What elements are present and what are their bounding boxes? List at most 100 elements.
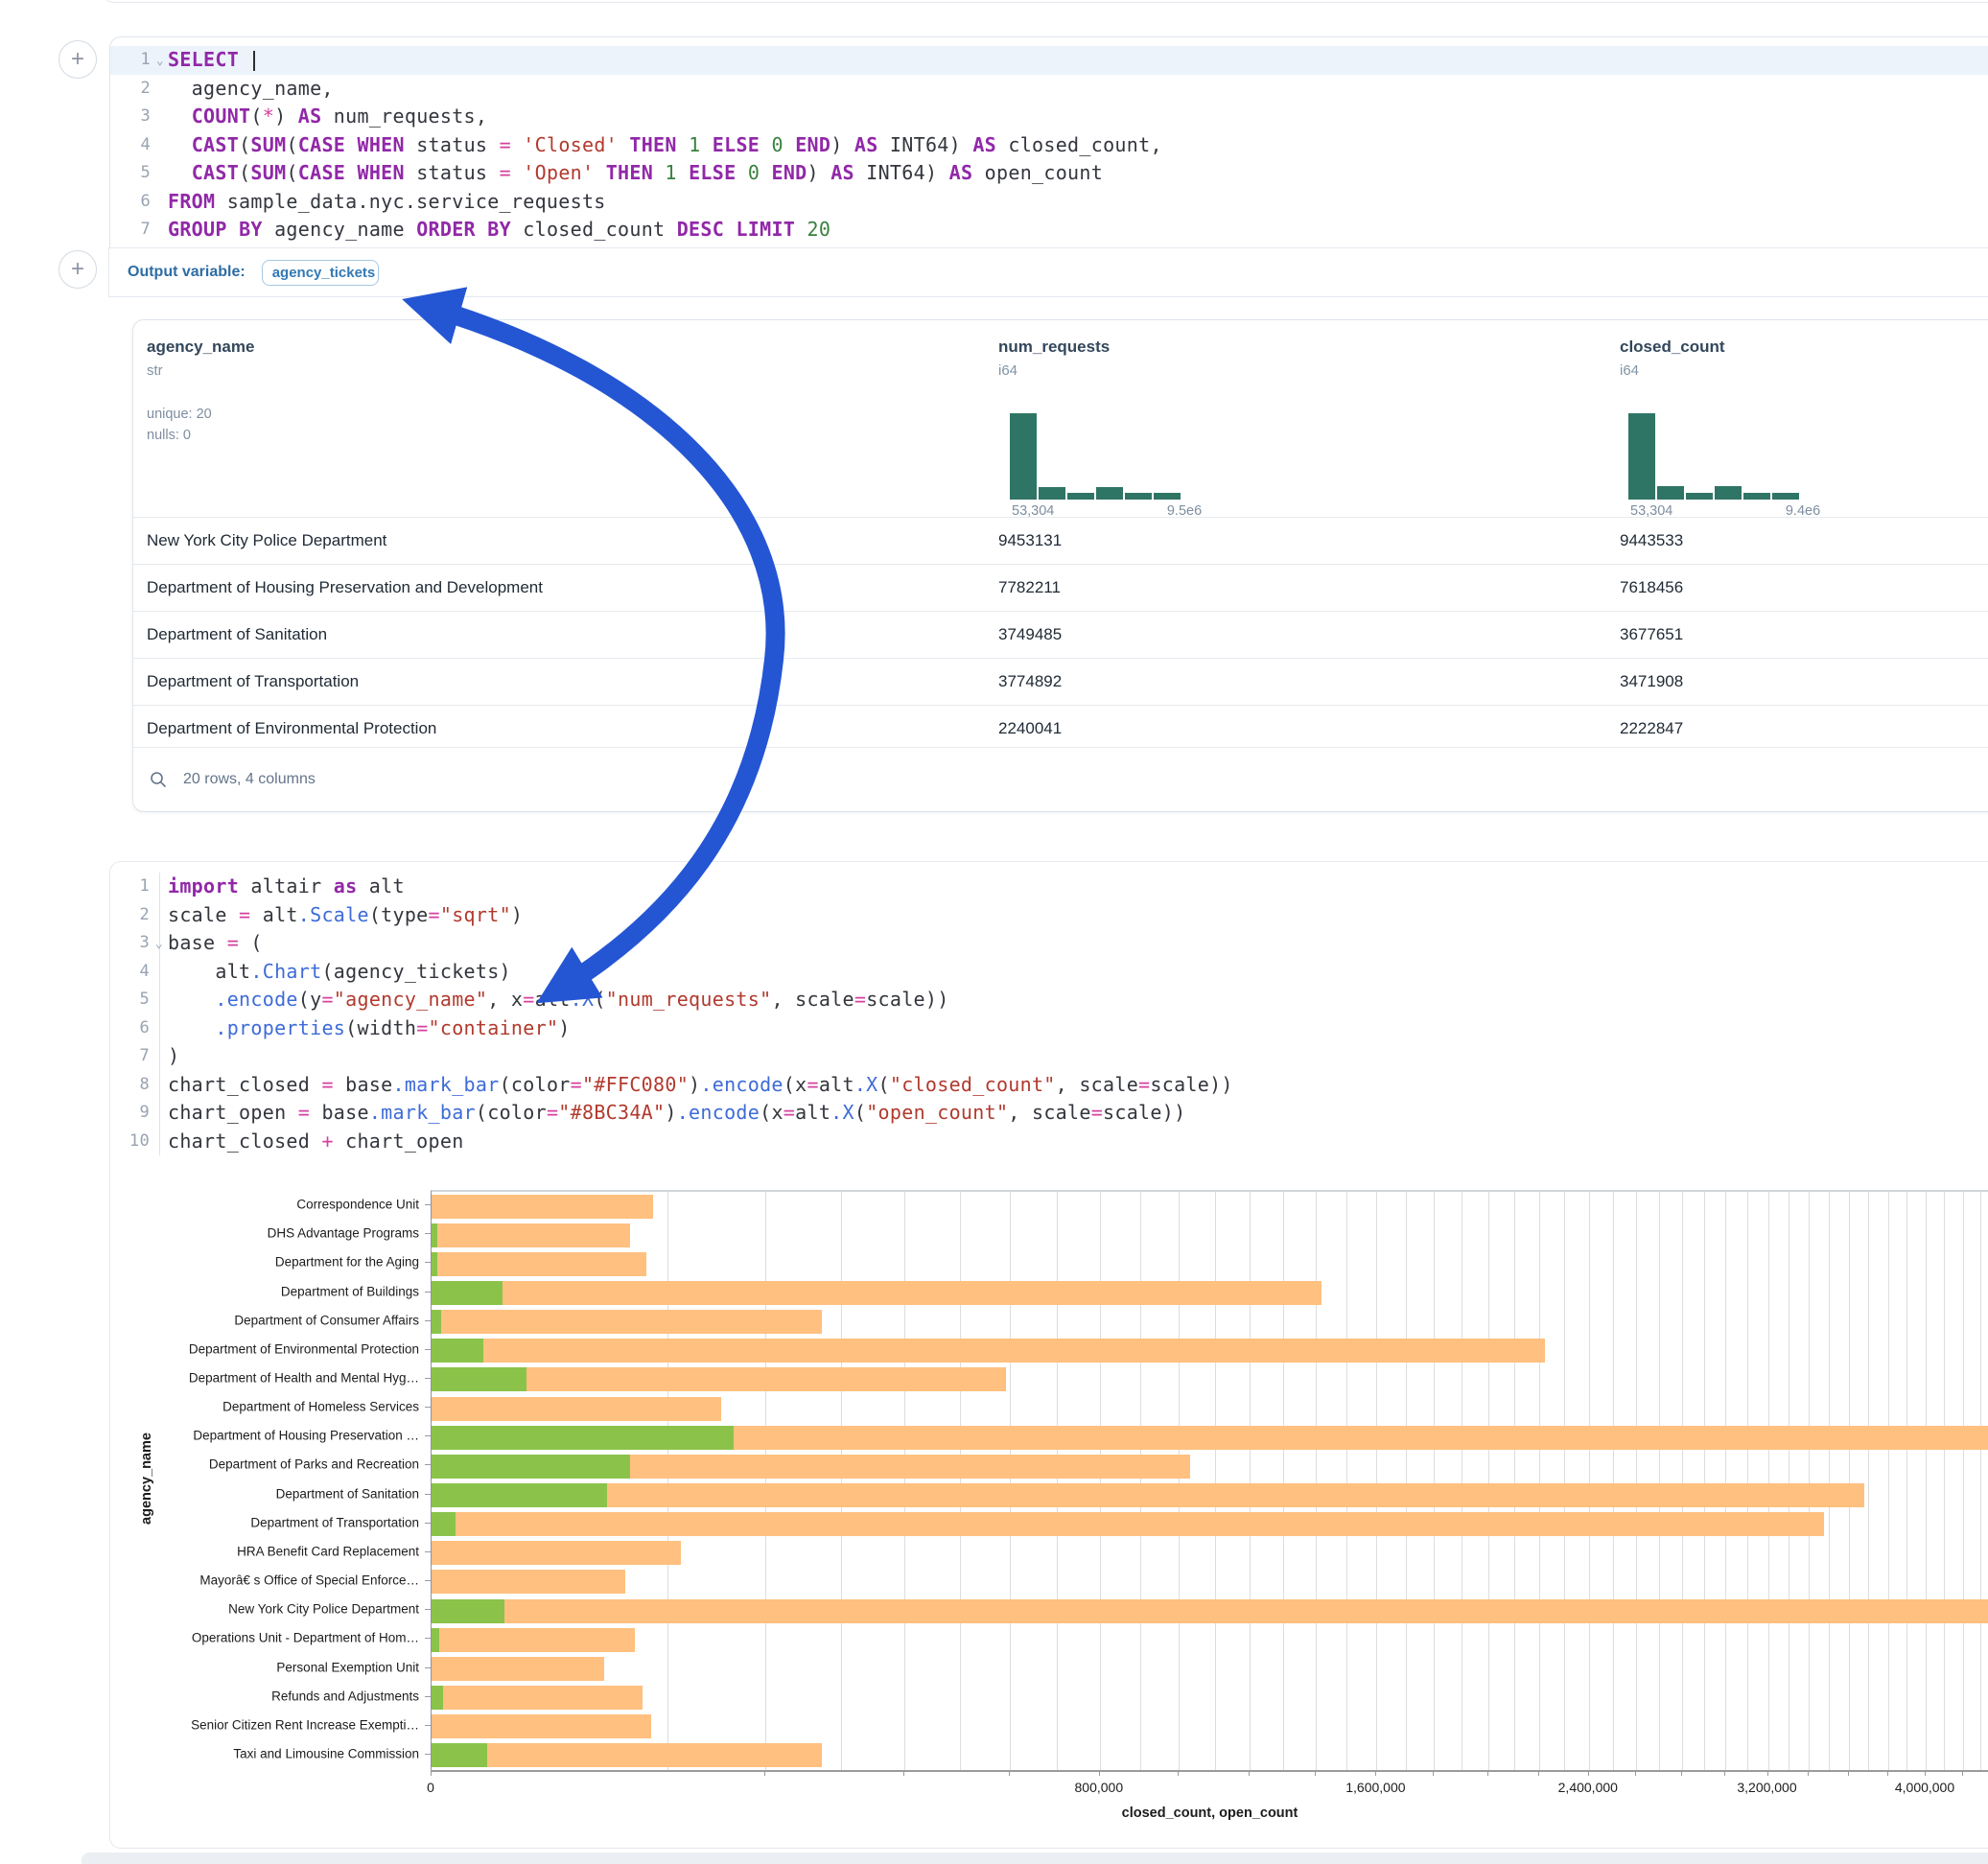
line-number: 7 <box>110 216 160 245</box>
line-number: 2 <box>110 75 160 104</box>
previous-cell-bottom-edge <box>101 0 1988 3</box>
x-axis-tick <box>1887 1770 1888 1776</box>
histogram-bar <box>1067 493 1094 500</box>
code-token <box>653 161 665 184</box>
column-header-closed-count[interactable]: closed_count i64 <box>1620 320 1725 379</box>
code-line[interactable]: 5 .encode(y="agency_name", x=alt.X("num_… <box>110 986 1988 1014</box>
code-line[interactable]: 4 alt.Chart(agency_tickets) <box>110 958 1988 987</box>
gridline <box>1809 1192 1810 1770</box>
line-number: 9 <box>110 1099 160 1128</box>
y-axis-label: Department of Housing Preservation … <box>193 1429 419 1443</box>
table-row[interactable]: New York City Police Department945313194… <box>133 517 1988 564</box>
code-text: chart_closed = base.mark_bar(color="#FFC… <box>160 1071 1233 1100</box>
column-stat-nulls: nulls: 0 <box>147 425 254 446</box>
code-token: alt <box>535 988 571 1011</box>
column-header-num-requests[interactable]: num_requests i64 <box>998 320 1110 379</box>
gridline <box>1057 1192 1058 1770</box>
gridline <box>1539 1192 1540 1770</box>
code-line[interactable]: 1import altair as alt <box>110 873 1988 901</box>
x-axis-tick <box>764 1770 765 1776</box>
code-token <box>677 161 689 184</box>
line-number: 4 <box>110 958 160 987</box>
code-line[interactable]: 7) <box>110 1042 1988 1071</box>
bar-open-count <box>432 1281 503 1305</box>
histogram-bar <box>1125 493 1152 500</box>
output-variable-pill[interactable]: agency_tickets <box>262 260 379 286</box>
table-row[interactable]: Department of Environmental Protection22… <box>133 705 1988 752</box>
code-token: (color <box>476 1101 547 1124</box>
x-axis-tick <box>1375 1770 1376 1776</box>
code-token: .encode <box>677 1101 760 1124</box>
cell-agency-name: New York City Police Department <box>147 518 386 564</box>
histogram-bar <box>1686 493 1713 500</box>
x-axis-label: 4,000,000 <box>1895 1780 1954 1795</box>
table-row[interactable]: Department of Housing Preservation and D… <box>133 564 1988 611</box>
histogram-bar <box>1772 493 1799 500</box>
add-cell-button-middle[interactable]: + <box>58 250 97 289</box>
code-line[interactable]: 1⌄SELECT <box>110 46 1988 75</box>
code-line[interactable]: 4 CAST(SUM(CASE WHEN status = 'Closed' T… <box>110 131 1988 160</box>
code-token <box>760 133 771 156</box>
code-token: = <box>298 1101 310 1124</box>
gridline <box>1704 1192 1705 1770</box>
sql-code-editor[interactable]: 1⌄SELECT 2 agency_name,3 COUNT(*) AS num… <box>110 46 1988 245</box>
gridline <box>1725 1192 1726 1770</box>
python-code-editor[interactable]: 1import altair as alt2scale = alt.Scale(… <box>110 873 1988 1155</box>
table-row[interactable]: Department of Sanitation37494853677651 <box>133 611 1988 658</box>
code-token: "num_requests" <box>606 988 772 1011</box>
search-icon[interactable] <box>149 770 168 789</box>
add-cell-button-top[interactable]: + <box>58 40 97 79</box>
code-token: = <box>321 988 333 1011</box>
code-token <box>227 218 239 241</box>
bar-closed-count <box>432 1743 822 1767</box>
code-line[interactable]: 6FROM sample_data.nyc.service_requests <box>110 188 1988 217</box>
bar-closed-count <box>432 1657 604 1681</box>
x-axis-tick <box>1249 1770 1250 1776</box>
code-token: chart_closed <box>168 1073 321 1096</box>
code-token: 1 <box>665 161 676 184</box>
cell-num-requests: 2240041 <box>998 706 1062 752</box>
code-line[interactable]: 3⌄base = ( <box>110 929 1988 958</box>
column-title: num_requests <box>998 320 1110 357</box>
y-axis-label: Department of Parks and Recreation <box>209 1457 419 1472</box>
bar-closed-count <box>432 1570 625 1594</box>
column-header-agency-name[interactable]: agency_name str unique: 20 nulls: 0 <box>147 320 254 446</box>
code-token: "sqrt" <box>440 903 511 926</box>
code-line[interactable]: 6 .properties(width="container") <box>110 1014 1988 1043</box>
line-number: 1⌄ <box>110 46 160 75</box>
code-line[interactable]: 10chart_closed + chart_open <box>110 1128 1988 1156</box>
bar-closed-count <box>432 1483 1864 1507</box>
plus-icon: + <box>71 46 84 72</box>
x-axis-tick <box>431 1770 432 1776</box>
x-axis-label: 800,000 <box>1074 1780 1123 1795</box>
code-text: CAST(SUM(CASE WHEN status = 'Open' THEN … <box>160 159 1103 188</box>
code-line[interactable]: 2 agency_name, <box>110 75 1988 104</box>
y-axis-label: Department of Environmental Protection <box>189 1341 419 1356</box>
bar-open-count <box>432 1483 607 1507</box>
chart-x-axis: 0800,0001,600,0002,400,0003,200,0004,000… <box>431 1770 1988 1808</box>
text-cursor <box>253 51 255 71</box>
code-line[interactable]: 2scale = alt.Scale(type="sqrt") <box>110 901 1988 930</box>
output-variable-name: agency_tickets <box>272 265 376 281</box>
code-text: alt.Chart(agency_tickets) <box>160 958 511 987</box>
cell-closed-count: 3677651 <box>1620 612 1683 658</box>
python-cell: 1import altair as alt2scale = alt.Scale(… <box>109 861 1988 1849</box>
code-token: END <box>795 133 830 156</box>
code-line[interactable]: 9chart_open = base.mark_bar(color="#8BC3… <box>110 1099 1988 1128</box>
chevron-down-icon[interactable]: ⌄ <box>155 930 163 959</box>
gridline <box>1434 1192 1435 1770</box>
table-row[interactable]: Department of Transportation377489234719… <box>133 658 1988 705</box>
code-token: chart_closed <box>168 1130 321 1153</box>
code-token: = <box>1091 1101 1103 1124</box>
code-text: import altair as alt <box>160 873 405 901</box>
code-line[interactable]: 8chart_closed = base.mark_bar(color="#FF… <box>110 1071 1988 1100</box>
code-line[interactable]: 5 CAST(SUM(CASE WHEN status = 'Open' THE… <box>110 159 1988 188</box>
bar-closed-count <box>432 1252 646 1276</box>
line-number: 2 <box>110 901 160 930</box>
x-axis-tick <box>903 1770 904 1776</box>
code-token: base <box>310 1101 369 1124</box>
code-line[interactable]: 3 COUNT(*) AS num_requests, <box>110 103 1988 131</box>
code-line[interactable]: 7GROUP BY agency_name ORDER BY closed_co… <box>110 216 1988 245</box>
chevron-down-icon[interactable]: ⌄ <box>156 47 164 76</box>
line-number: 7 <box>110 1042 160 1071</box>
